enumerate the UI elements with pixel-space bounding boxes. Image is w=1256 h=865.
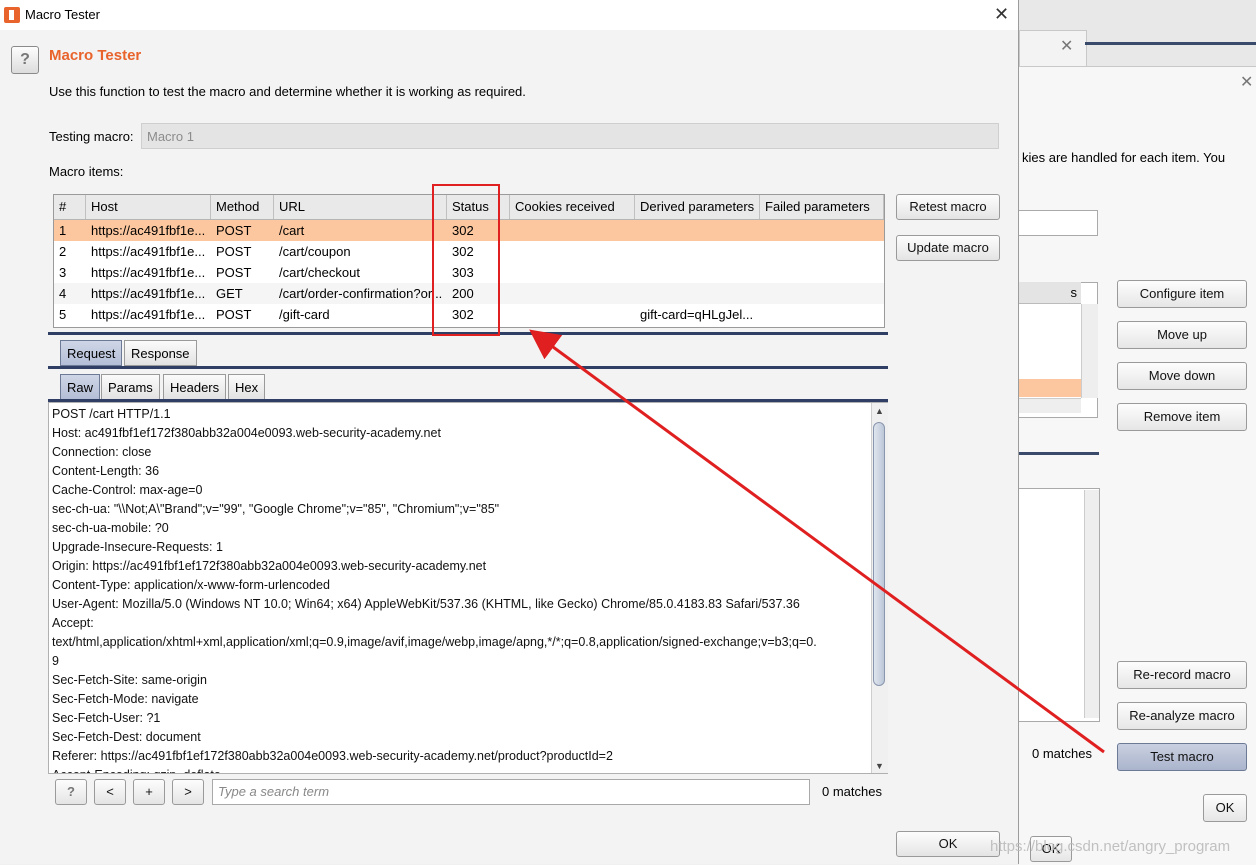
watermark: https://blog.csdn.net/angry_program [990, 838, 1231, 855]
annotation-arrow [529, 329, 1105, 754]
